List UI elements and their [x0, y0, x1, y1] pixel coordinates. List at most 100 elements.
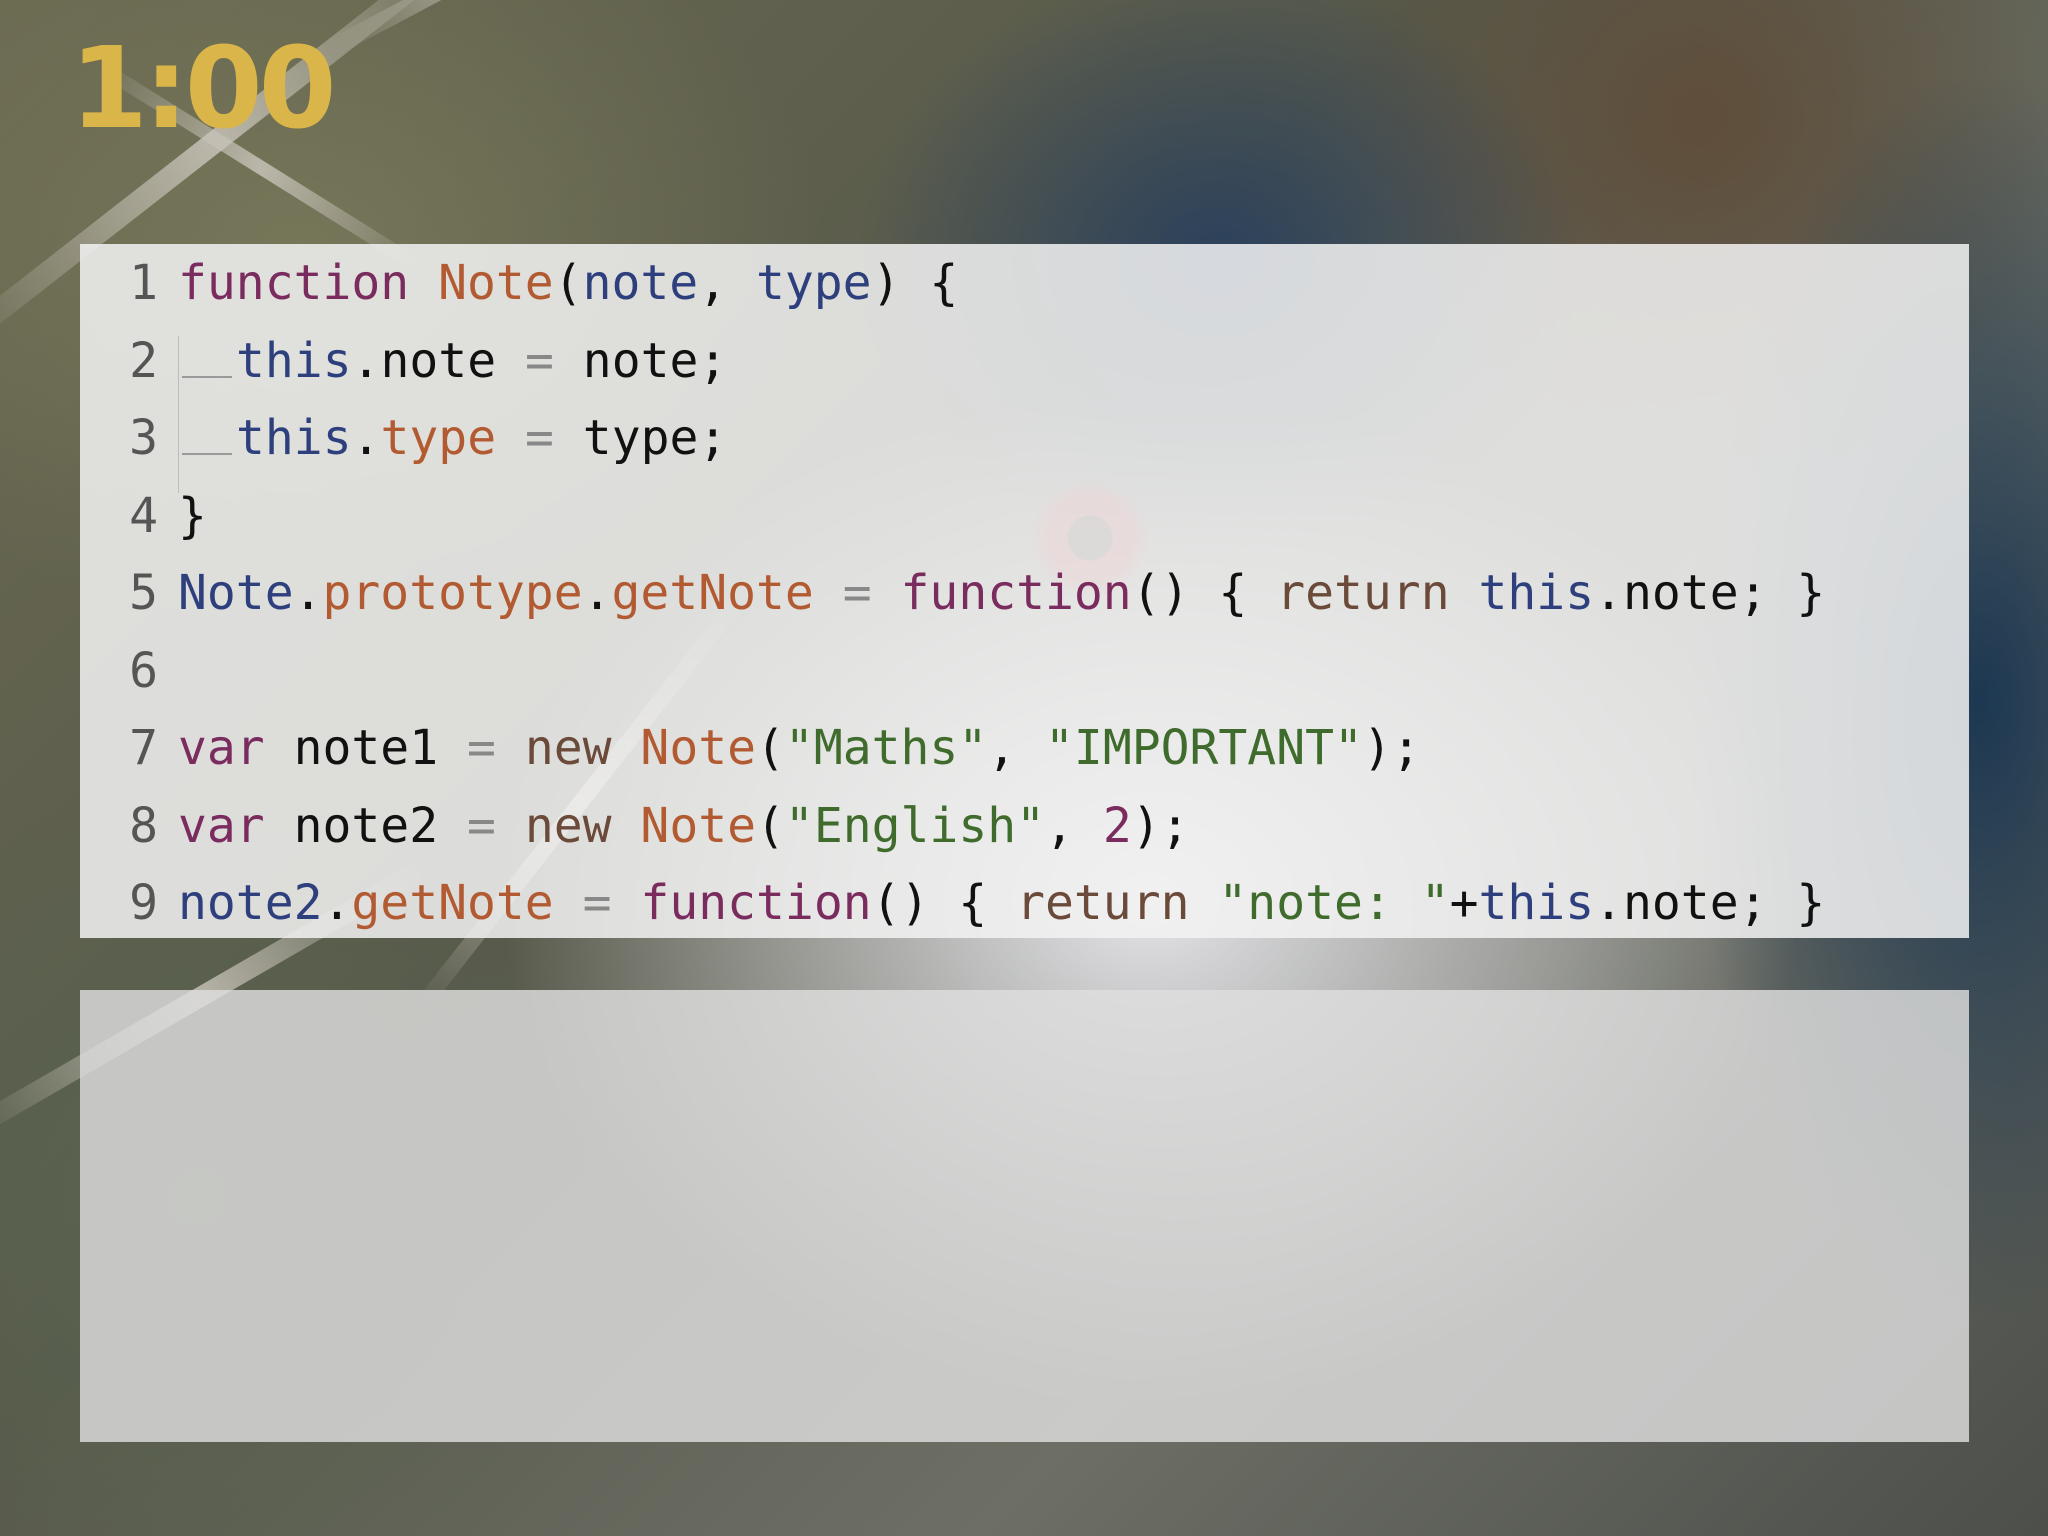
code-text: this.note = note; [178, 332, 728, 416]
line-number: 4 [129, 487, 158, 544]
code-token: ) { [871, 255, 959, 311]
code-token: prototype [322, 565, 583, 621]
code-token: .note [351, 332, 525, 389]
code-token: = [842, 565, 872, 621]
code-token: getNote [611, 565, 814, 621]
code-token: .note; } [1594, 875, 1826, 931]
code-token: note2 [264, 797, 467, 854]
line-number: 9 [129, 875, 158, 931]
code-token: note1 [264, 720, 467, 776]
code-token: } [178, 487, 207, 544]
line-number: 8 [129, 797, 158, 854]
code-token: () { [871, 875, 1017, 931]
indent-guide [178, 413, 236, 493]
code-line: 5 Note.prototype.getNote = function() { r… [80, 554, 1825, 632]
line-number: 3 [129, 410, 158, 466]
code-text: this.type = type; [178, 410, 728, 493]
code-token: note [582, 255, 699, 311]
code-token: . [322, 875, 352, 931]
code-token: this [1478, 565, 1595, 621]
code-token: note; [553, 332, 728, 389]
code-token: var [178, 797, 265, 854]
code-token: "Maths" [784, 720, 988, 776]
code-token: . [293, 565, 323, 621]
code-text: var note2 = new Note("English", 2); [178, 798, 1190, 854]
code-token: "English" [784, 797, 1046, 854]
code-token: this [1478, 875, 1595, 931]
code-token: ( [756, 797, 785, 854]
code-token: new [524, 797, 612, 854]
code-token: function [900, 565, 1132, 621]
code-line: 1 function Note(note, type) { [80, 244, 958, 322]
indent-guide [178, 335, 236, 416]
code-token: Note [640, 797, 757, 854]
code-token: , [987, 720, 1046, 776]
code-token: Note [640, 720, 757, 776]
code-text: } [178, 488, 207, 544]
code-token: = [467, 797, 496, 854]
code-line: 8 var note2 = new Note("English", 2); [80, 787, 1190, 865]
code-token: . [351, 410, 381, 466]
line-number: 6 [129, 642, 158, 699]
code-token: ); [1131, 797, 1190, 854]
line-number: 2 [129, 332, 158, 389]
code-token: Note [178, 565, 294, 621]
code-token: ( [553, 255, 583, 311]
code-token: = [525, 410, 554, 466]
code-token: type [755, 255, 872, 311]
code-token: var [178, 720, 265, 776]
line-number: 5 [129, 565, 158, 621]
code-token: = [524, 332, 554, 389]
code-token: ( [756, 720, 785, 776]
code-line: 6 [80, 632, 178, 710]
code-line: 7 var note1 = new Note("Maths", "IMPORTAN… [80, 709, 1421, 787]
line-number: 1 [129, 255, 158, 311]
countdown-timer: 1:00 [70, 24, 337, 154]
code-token: type; [553, 410, 728, 466]
code-line: 2 this.note = note; [80, 322, 728, 416]
code-token: , [1045, 797, 1103, 854]
code-token: return [1016, 875, 1190, 931]
code-token: getNote [351, 875, 554, 931]
code-token: "note: " [1218, 875, 1450, 931]
code-text: Note.prototype.getNote = function() { re… [178, 565, 1825, 621]
code-token: return [1276, 565, 1450, 621]
code-token: ); [1362, 720, 1421, 776]
code-token: this [236, 410, 352, 466]
code-token: function [178, 255, 410, 311]
code-token: , [698, 255, 756, 311]
code-token: function [640, 875, 872, 931]
code-text: var note1 = new Note("Maths", "IMPORTANT… [178, 720, 1421, 776]
code-token: new [524, 720, 612, 776]
code-line: 3 this.type = type; [80, 399, 728, 493]
code-token: . [582, 565, 612, 621]
code-text: function Note(note, type) { [178, 255, 958, 311]
code-token: "IMPORTANT" [1045, 720, 1363, 776]
code-token: note2 [178, 875, 323, 931]
code-token: type [380, 410, 497, 466]
code-token: + [1449, 875, 1479, 931]
line-number: 7 [129, 720, 158, 776]
code-token: .note; } [1594, 565, 1826, 621]
code-token: this [236, 332, 352, 389]
code-panel: 1 function Note(note, type) {2 this.note =… [80, 244, 1969, 938]
code-text: note2.getNote = function() { return "not… [178, 875, 1825, 931]
answer-panel[interactable] [80, 990, 1969, 1442]
code-line: 4} [80, 477, 207, 555]
code-token: 2 [1102, 797, 1132, 854]
code-token: = [467, 720, 496, 776]
code-token: = [582, 875, 612, 931]
code-line: 9 note2.getNote = function() { return "no… [80, 864, 1825, 938]
